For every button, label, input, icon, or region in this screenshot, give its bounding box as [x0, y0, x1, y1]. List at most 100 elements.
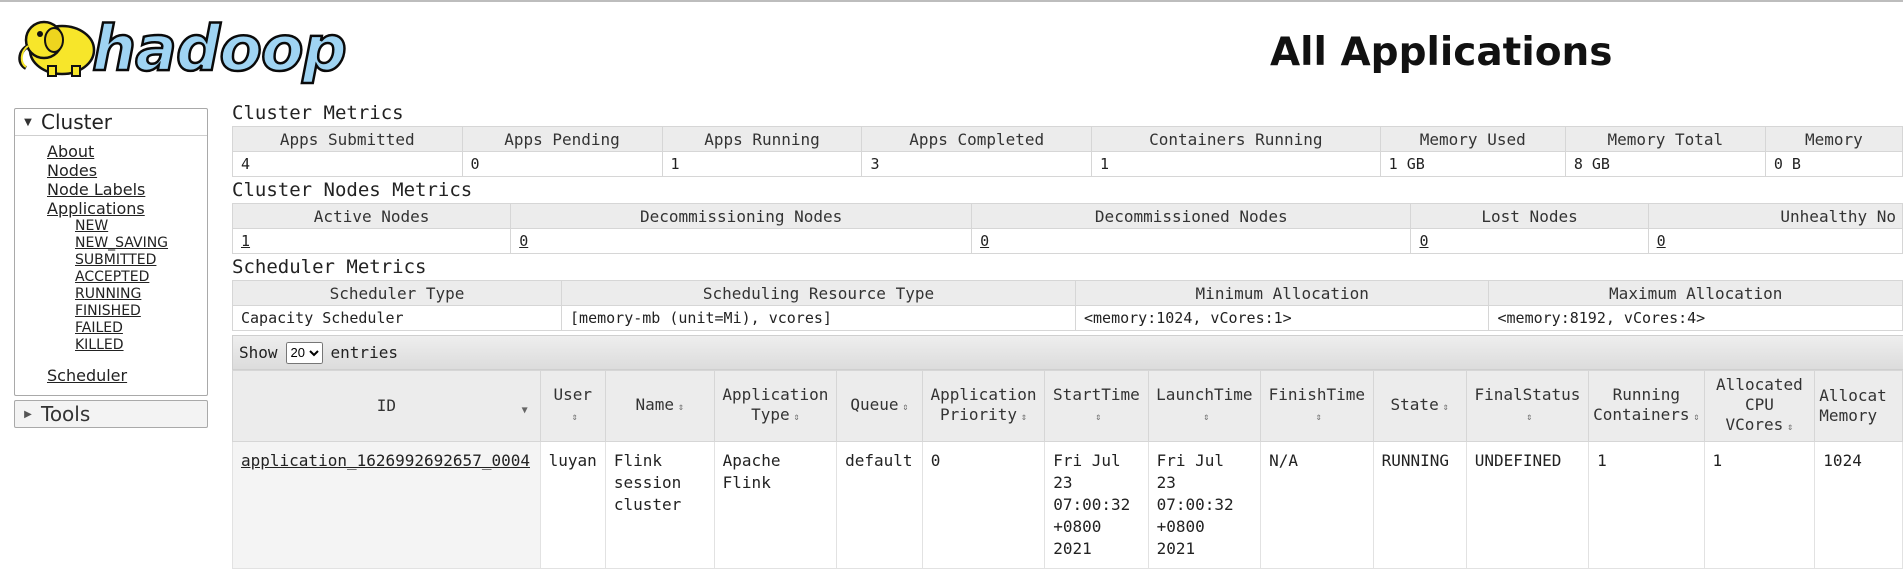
node-labels-link[interactable]: Node Labels	[47, 180, 207, 199]
table-row: application_1626992692657_0004 luyan Fli…	[232, 441, 1903, 569]
col-allocated-memory[interactable]: Allocat Memory	[1814, 370, 1903, 442]
main-content: Cluster Metrics Apps Submitted Apps Pend…	[232, 100, 1903, 569]
state-new-saving-link[interactable]: NEW_SAVING	[75, 235, 207, 252]
col-user[interactable]: User ⇕	[539, 370, 606, 442]
sidebar: ▼ Cluster About Nodes Node Labels Applic…	[14, 108, 208, 428]
page-title: All Applications	[1270, 30, 1613, 75]
col-id[interactable]: ID ▼	[232, 370, 541, 442]
cell-finalstatus: UNDEFINED	[1465, 441, 1590, 569]
cluster-label: Cluster	[41, 110, 112, 134]
logo-wordmark: hadoop	[91, 12, 348, 85]
sort-icon: ⇕	[902, 401, 909, 413]
lost-nodes-link[interactable]: 0	[1419, 232, 1428, 250]
cell-user: luyan	[539, 441, 606, 569]
value-memory-total: 8 GB	[1564, 151, 1766, 177]
header-decommissioned-nodes: Decommissioned Nodes	[971, 203, 1412, 229]
state-new-link[interactable]: NEW	[75, 218, 207, 235]
nodes-metrics-title: Cluster Nodes Metrics	[232, 179, 473, 201]
sort-icon: ⇕	[1021, 411, 1028, 423]
about-link[interactable]: About	[47, 142, 207, 161]
value-minimum-allocation: <memory:1024, vCores:1>	[1074, 305, 1490, 331]
cluster-links: About Nodes Node Labels Applications NEW…	[15, 136, 207, 395]
col-queue[interactable]: Queue ⇕	[836, 370, 923, 442]
cluster-metrics-table: Apps Submitted Apps Pending Apps Running…	[232, 126, 1903, 177]
cell-queue: default	[836, 441, 923, 569]
active-nodes-link[interactable]: 1	[241, 232, 250, 250]
col-application-type[interactable]: Application Type ⇕	[713, 370, 838, 442]
state-submitted-link[interactable]: SUBMITTED	[75, 252, 207, 269]
state-running-link[interactable]: RUNNING	[75, 286, 207, 303]
sort-icon: ⇕	[1442, 401, 1449, 413]
top-border	[0, 0, 1903, 2]
col-application-priority[interactable]: Application Priority ⇕	[921, 370, 1046, 442]
header-active-nodes: Active Nodes	[232, 203, 512, 229]
cell-name: Flink session cluster	[604, 441, 715, 569]
col-finalstatus[interactable]: FinalStatus ⇕	[1465, 370, 1590, 442]
value-maximum-allocation: <memory:8192, vCores:4>	[1488, 305, 1903, 331]
col-finishtime[interactable]: FinishTime ⇕	[1260, 370, 1374, 442]
sort-icon: ⇕	[1095, 411, 1102, 423]
applications-table: ID ▼ User ⇕ Name ⇕ Application Type ⇕ Queue ⇕…	[232, 370, 1903, 569]
cell-starttime: Fri Jul 23 07:00:32 +0800 2021	[1044, 441, 1149, 569]
unhealthy-nodes-link[interactable]: 0	[1657, 232, 1666, 250]
scheduler-metrics-table: Scheduler Type Scheduling Resource Type …	[232, 280, 1903, 331]
value-memory-used: 1 GB	[1379, 151, 1566, 177]
value-apps-submitted: 4	[232, 151, 463, 177]
value-memory-reserved: 0 B	[1764, 151, 1903, 177]
state-finished-link[interactable]: FINISHED	[75, 303, 207, 320]
elephant-icon	[18, 20, 96, 77]
header-lost-nodes: Lost Nodes	[1410, 203, 1649, 229]
sort-icon: ⇕	[793, 411, 800, 423]
cell-priority: 0	[921, 441, 1046, 569]
col-name[interactable]: Name ⇕	[604, 370, 715, 442]
header-decommissioning-nodes: Decommissioning Nodes	[510, 203, 973, 229]
cluster-metrics-title: Cluster Metrics	[232, 102, 404, 124]
tools-label: Tools	[41, 402, 91, 426]
header-unhealthy-nodes: Unhealthy No	[1647, 203, 1903, 229]
state-accepted-link[interactable]: ACCEPTED	[75, 269, 207, 286]
sort-icon: ⇕	[1203, 411, 1210, 423]
sort-icon: ⇕	[1315, 411, 1322, 423]
header-memory-reserved: Memory	[1764, 126, 1903, 152]
decommissioning-nodes-link[interactable]: 0	[519, 232, 528, 250]
cell-launchtime: Fri Jul 23 07:00:32 +0800 2021	[1147, 441, 1262, 569]
header-minimum-allocation: Minimum Allocation	[1074, 280, 1490, 306]
scheduler-metrics-title: Scheduler Metrics	[232, 256, 427, 278]
header-apps-running: Apps Running	[661, 126, 863, 152]
header-apps-pending: Apps Pending	[461, 126, 663, 152]
header-scheduling-resource-type: Scheduling Resource Type	[561, 280, 1076, 306]
value-scheduler-type: Capacity Scheduler	[232, 305, 563, 331]
state-killed-link[interactable]: KILLED	[75, 337, 207, 354]
entries-label: entries	[330, 343, 398, 362]
tools-header[interactable]: ▶ Tools	[14, 400, 208, 428]
sort-icon: ⇕	[1787, 421, 1794, 433]
nodes-link[interactable]: Nodes	[47, 161, 207, 180]
sort-icon: ⇕	[1693, 411, 1700, 423]
app-state-links: NEW NEW_SAVING SUBMITTED ACCEPTED RUNNIN…	[47, 218, 207, 354]
sort-icon: ⇕	[677, 401, 685, 413]
applications-link[interactable]: Applications	[47, 199, 207, 218]
sort-icon: ⇕	[571, 411, 578, 423]
col-running-containers[interactable]: Running Containers ⇕	[1588, 370, 1705, 442]
entries-select[interactable]: 20	[285, 341, 323, 364]
col-state[interactable]: State ⇕	[1372, 370, 1467, 442]
cell-state: RUNNING	[1372, 441, 1467, 569]
value-apps-completed: 3	[861, 151, 1092, 177]
cell-allocated-vcores: 1	[1703, 441, 1816, 569]
hadoop-logo[interactable]: hadoop	[14, 10, 348, 85]
scheduler-link[interactable]: Scheduler	[47, 366, 207, 385]
collapsed-triangle-icon: ▶	[24, 408, 32, 420]
header-scheduler-type: Scheduler Type	[232, 280, 563, 306]
application-id-link[interactable]: application_1626992692657_0004	[241, 451, 530, 470]
cluster-header[interactable]: ▼ Cluster	[15, 109, 207, 136]
col-launchtime[interactable]: LaunchTime ⇕	[1147, 370, 1262, 442]
col-starttime[interactable]: StartTime ⇕	[1044, 370, 1149, 442]
state-failed-link[interactable]: FAILED	[75, 320, 207, 337]
header-memory-used: Memory Used	[1379, 126, 1566, 152]
decommissioned-nodes-link[interactable]: 0	[980, 232, 989, 250]
header-maximum-allocation: Maximum Allocation	[1488, 280, 1903, 306]
value-apps-pending: 0	[461, 151, 663, 177]
col-allocated-cpu-vcores[interactable]: Allocated CPU VCores ⇕	[1703, 370, 1816, 442]
cluster-panel: ▼ Cluster About Nodes Node Labels Applic…	[14, 108, 208, 396]
cell-finishtime: N/A	[1260, 441, 1374, 569]
